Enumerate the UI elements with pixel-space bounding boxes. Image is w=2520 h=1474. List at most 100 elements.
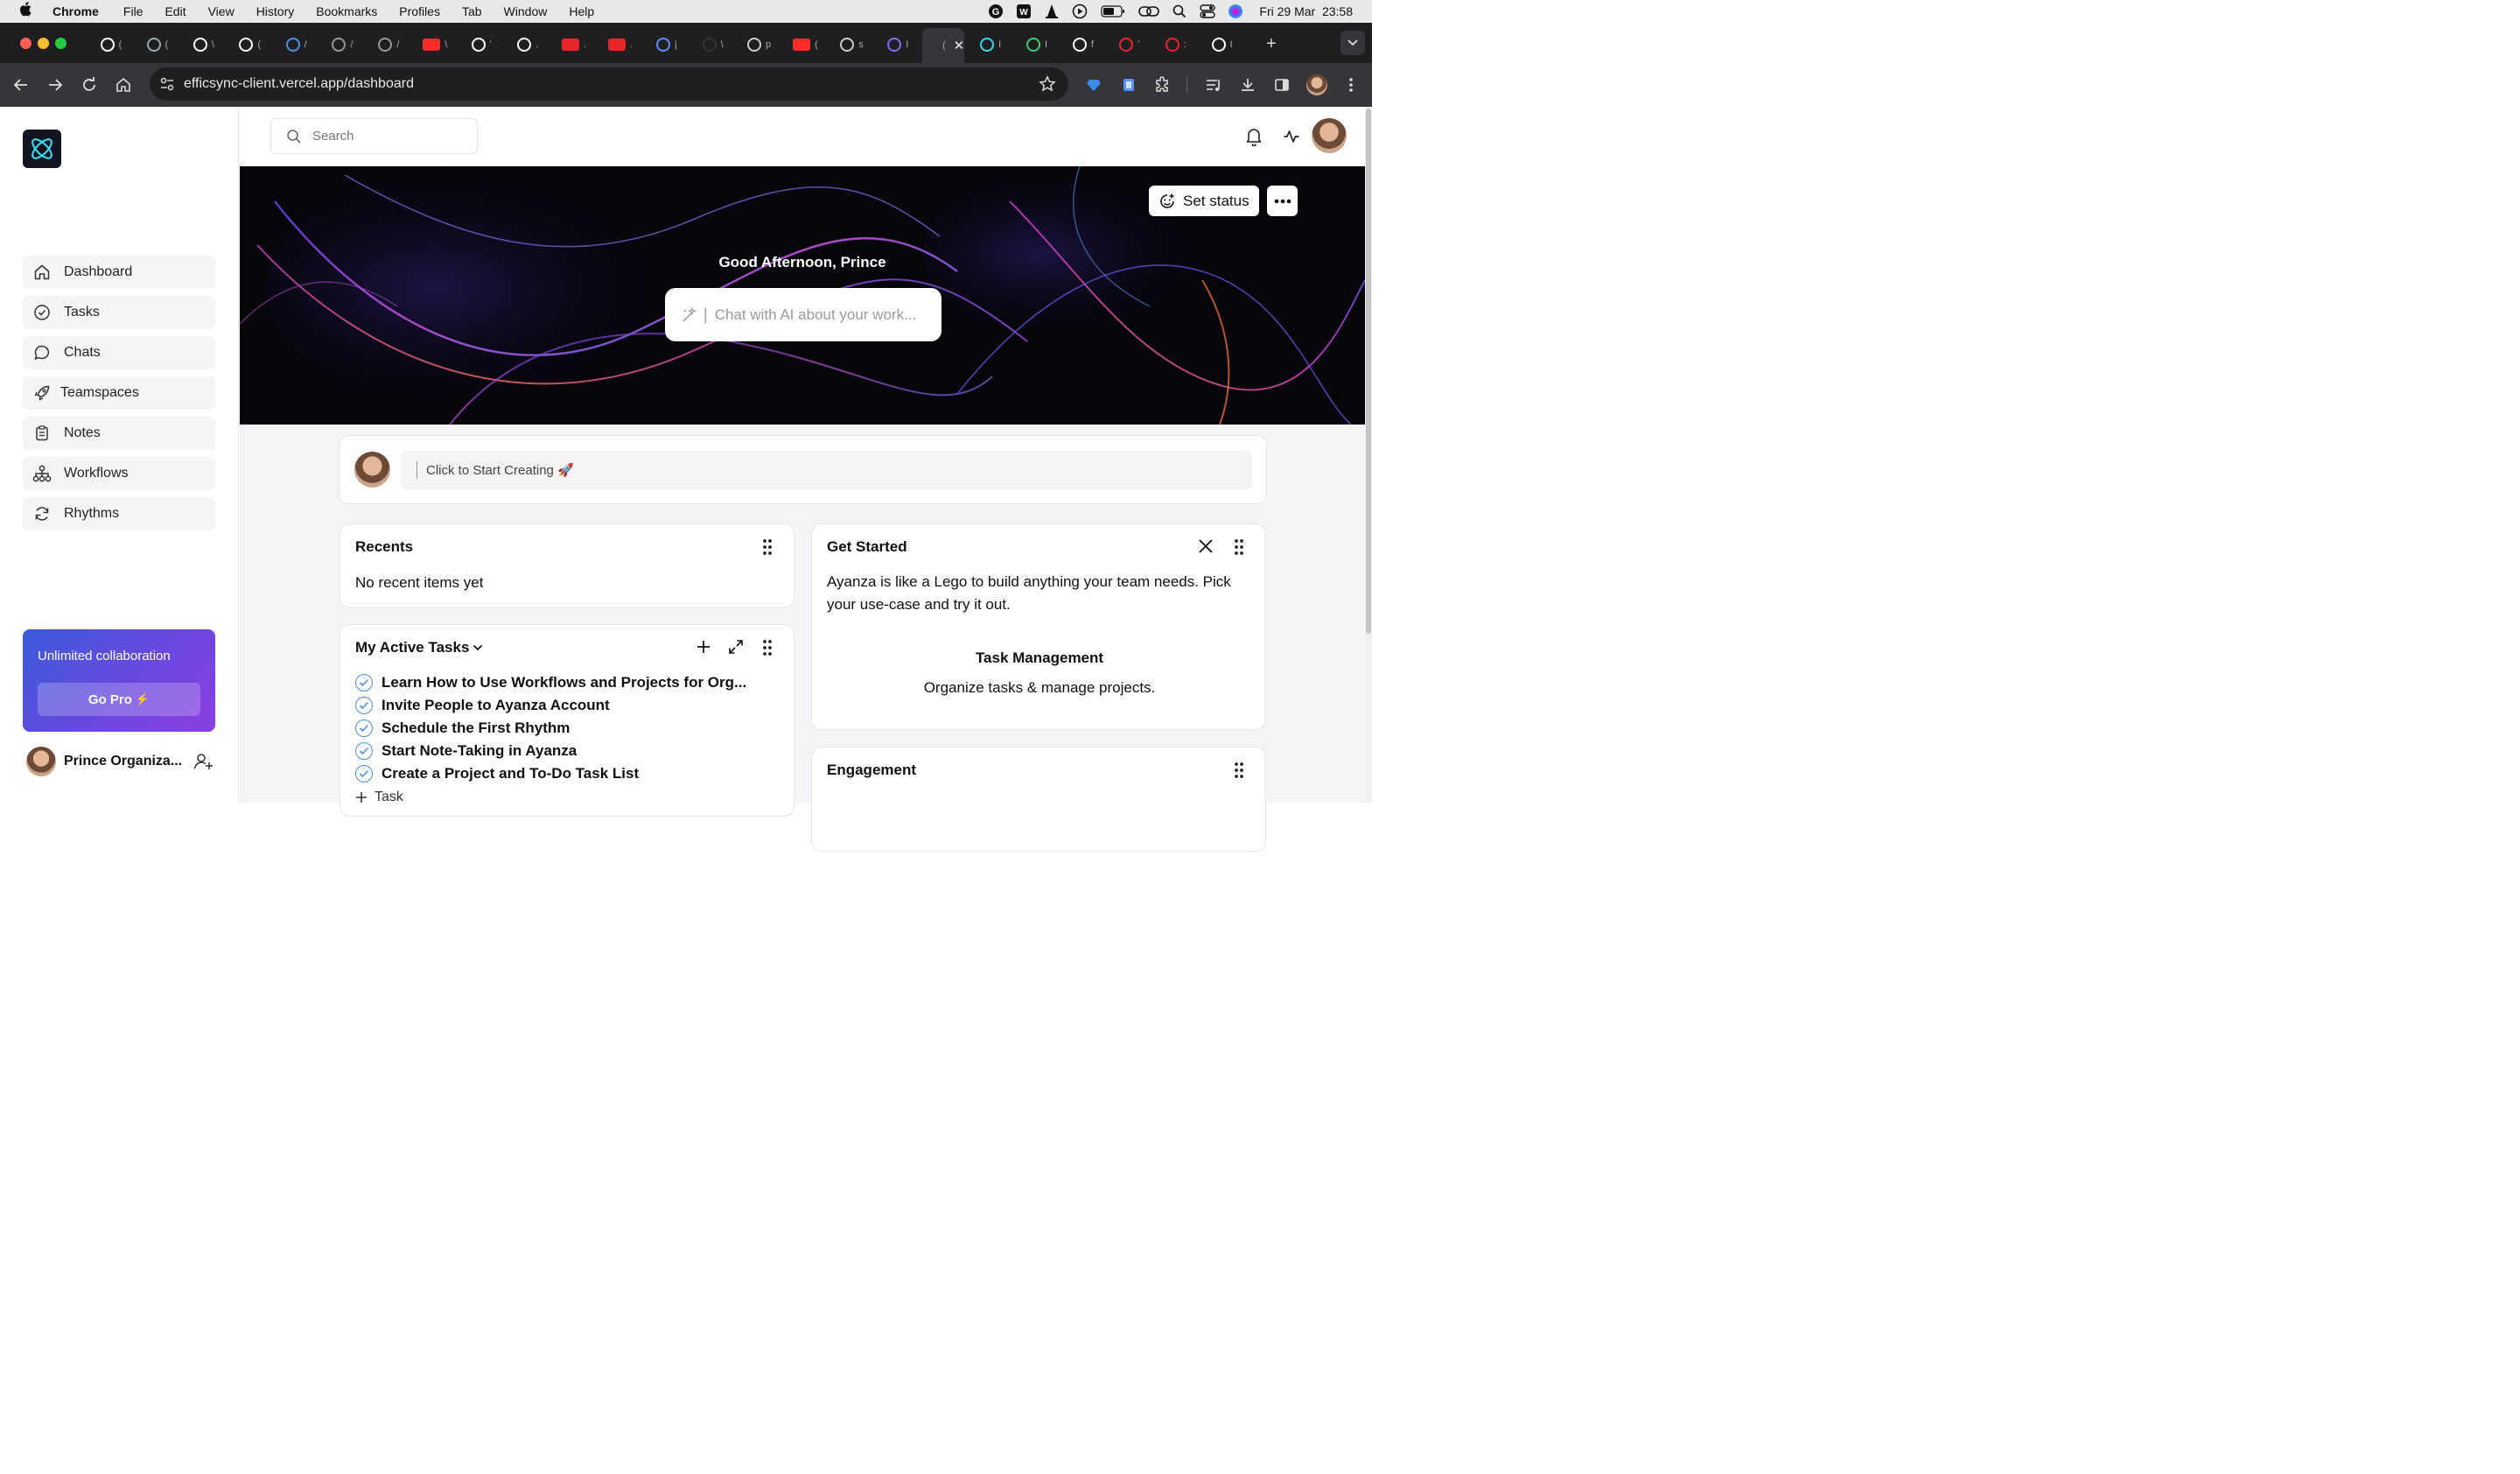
task-check-icon[interactable]: [355, 697, 373, 714]
vlc-cone-icon[interactable]: [1044, 4, 1060, 18]
browser-tab[interactable]: .: [602, 32, 639, 58]
drag-handle-icon[interactable]: [1234, 762, 1248, 779]
browser-tab[interactable]: ': [463, 32, 500, 58]
sidebar-item-chats[interactable]: Chats: [23, 336, 215, 369]
browser-tab[interactable]: s: [833, 32, 870, 58]
link-chain-icon[interactable]: [1138, 4, 1160, 18]
feature-title[interactable]: Task Management: [812, 649, 1267, 667]
expand-icon[interactable]: [728, 639, 744, 659]
add-member-icon[interactable]: [192, 751, 214, 776]
browser-tab[interactable]: I: [1018, 32, 1055, 58]
media-queue-icon[interactable]: [1203, 74, 1224, 95]
app-logo[interactable]: [23, 130, 61, 168]
browser-tab[interactable]: I: [1204, 32, 1241, 58]
notifications-bell-icon[interactable]: [1245, 127, 1263, 151]
browser-tab[interactable]: I: [879, 32, 916, 58]
window-close-button[interactable]: [20, 38, 32, 49]
drag-handle-icon[interactable]: [762, 639, 776, 656]
active-tasks-title-dropdown[interactable]: My Active Tasks: [355, 639, 483, 656]
task-item[interactable]: Schedule the First Rhythm: [355, 718, 570, 739]
apple-menu-icon[interactable]: [19, 2, 38, 21]
browser-tab[interactable]: /: [370, 32, 407, 58]
forward-button[interactable]: [45, 74, 66, 95]
browser-tab[interactable]: \: [416, 32, 453, 58]
menu-help[interactable]: Help: [569, 4, 594, 18]
browser-tab[interactable]: I: [972, 32, 1009, 58]
browser-tab[interactable]: (: [232, 32, 269, 58]
browser-tab[interactable]: (: [93, 32, 130, 58]
browser-tab[interactable]: (: [139, 32, 176, 58]
browser-tab[interactable]: /: [325, 32, 361, 58]
browser-tab[interactable]: :: [1158, 32, 1194, 58]
menu-window[interactable]: Window: [504, 4, 548, 18]
sidebar-item-teamspaces[interactable]: Teamspaces: [23, 376, 215, 410]
browser-tab[interactable]: .: [556, 32, 592, 58]
task-check-icon[interactable]: [355, 765, 373, 783]
ai-chat-input[interactable]: | Chat with AI about your work...: [665, 288, 942, 341]
activity-pulse-icon[interactable]: [1283, 128, 1300, 150]
extensions-puzzle-icon[interactable]: [1152, 74, 1173, 95]
search-input[interactable]: Search: [270, 118, 478, 154]
address-bar[interactable]: efficsync-client.vercel.app/dashboard: [150, 67, 1068, 101]
workspace-user-row[interactable]: Prince Organiza...: [26, 746, 219, 777]
siri-icon[interactable]: [1228, 4, 1243, 18]
menu-app-name[interactable]: Chrome: [52, 4, 99, 18]
drag-handle-icon[interactable]: [762, 538, 776, 556]
play-circle-icon[interactable]: [1072, 4, 1088, 19]
side-panel-icon[interactable]: [1271, 74, 1292, 95]
bookmark-star-icon[interactable]: [1039, 75, 1056, 97]
gem-extension-icon[interactable]: [1083, 74, 1104, 95]
browser-tab[interactable]: f: [1065, 32, 1102, 58]
browser-tab[interactable]: \: [186, 32, 222, 58]
profile-avatar[interactable]: [1306, 74, 1327, 95]
task-item[interactable]: Learn How to Use Workflows and Projects …: [355, 672, 746, 693]
clock-datetime[interactable]: Fri 29 Mar 23:58: [1259, 4, 1353, 18]
menu-tab[interactable]: Tab: [462, 4, 482, 18]
reload-button[interactable]: [79, 74, 100, 95]
home-button[interactable]: [113, 74, 134, 95]
menu-view[interactable]: View: [208, 4, 234, 18]
sidebar-item-rhythms[interactable]: Rhythms: [23, 497, 215, 530]
menu-profiles[interactable]: Profiles: [399, 4, 440, 18]
sidebar-item-notes[interactable]: Notes: [23, 417, 215, 450]
drag-handle-icon[interactable]: [1234, 538, 1248, 556]
docs-extension-icon[interactable]: [1118, 74, 1139, 95]
menu-file[interactable]: File: [123, 4, 144, 18]
menu-history[interactable]: History: [256, 4, 295, 18]
battery-icon[interactable]: [1100, 4, 1126, 18]
task-check-icon[interactable]: [355, 674, 373, 691]
add-task-plus-icon[interactable]: [696, 639, 711, 659]
browser-tab[interactable]: p: [741, 32, 778, 58]
spotlight-search-icon[interactable]: [1172, 4, 1187, 18]
page-scrollbar-thumb[interactable]: [1366, 109, 1371, 634]
site-info-icon[interactable]: [159, 76, 175, 96]
add-task-row[interactable]: Task: [355, 790, 403, 805]
user-profile-avatar[interactable]: [1312, 118, 1347, 153]
new-tab-button[interactable]: +: [1266, 34, 1277, 54]
browser-tab[interactable]: \: [695, 32, 732, 58]
start-creating-input[interactable]: Click to Start Creating 🚀: [401, 451, 1252, 489]
menu-edit[interactable]: Edit: [164, 4, 186, 18]
task-check-icon[interactable]: [355, 719, 373, 737]
browser-tab[interactable]: (✕: [922, 28, 965, 63]
word-icon[interactable]: W: [1016, 4, 1032, 18]
chrome-menu-icon[interactable]: [1340, 74, 1362, 95]
task-item[interactable]: Invite People to Ayanza Account: [355, 695, 610, 716]
go-pro-button[interactable]: Go Pro ⚡: [38, 683, 200, 716]
download-icon[interactable]: [1237, 74, 1258, 95]
grammarly-icon[interactable]: G: [988, 4, 1004, 18]
task-item[interactable]: Create a Project and To-Do Task List: [355, 763, 639, 784]
browser-tab[interactable]: ': [1111, 32, 1148, 58]
sidebar-item-tasks[interactable]: Tasks: [23, 296, 215, 329]
close-icon[interactable]: [1198, 538, 1214, 558]
browser-tab[interactable]: j: [648, 32, 685, 58]
browser-tab[interactable]: (: [788, 32, 824, 58]
control-center-icon[interactable]: [1200, 4, 1216, 18]
task-item[interactable]: Start Note-Taking in Ayanza: [355, 741, 577, 762]
back-button[interactable]: [10, 74, 32, 95]
tab-search-button[interactable]: [1340, 31, 1365, 55]
sidebar-item-workflows[interactable]: Workflows: [23, 457, 215, 490]
window-minimize-button[interactable]: [38, 38, 49, 49]
close-tab-icon[interactable]: ✕: [954, 38, 965, 53]
menu-bookmarks[interactable]: Bookmarks: [316, 4, 377, 18]
